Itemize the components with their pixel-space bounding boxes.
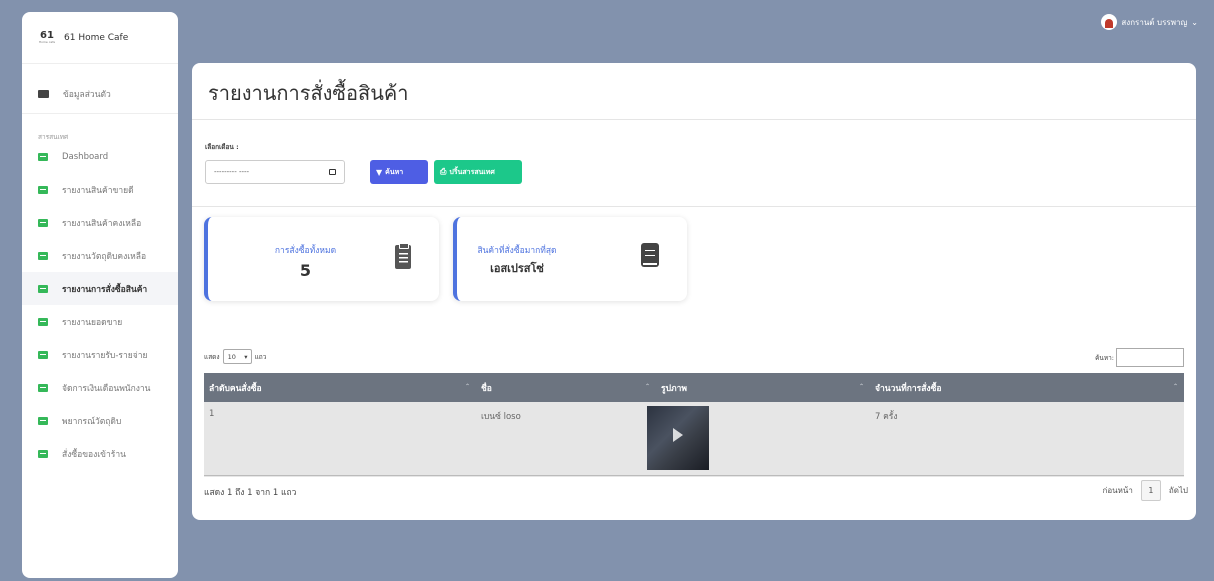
cell-order-no: 1: [204, 402, 476, 477]
search-label: ค้นหา:: [1095, 353, 1114, 362]
sidebar-item-product-stock[interactable]: รายงานสินค้าคงเหลือ: [22, 206, 178, 239]
cell-order-count: 7 ครั้ง: [870, 402, 1184, 477]
sidebar-item-label: รายงานการสั่งซื้อสินค้า: [62, 284, 148, 295]
sidebar-item-label: Dashboard: [62, 151, 109, 162]
column-header-name[interactable]: ชื่อ ⌃: [476, 373, 656, 402]
report-icon: [38, 317, 48, 326]
cell-image: [647, 402, 870, 477]
month-label: เลือกเดือน :: [205, 143, 239, 151]
avatar: [1101, 14, 1118, 30]
sidebar-item-label: รายงานรายรับ-รายจ่าย: [62, 350, 148, 361]
sidebar-item-label: รายงานสินค้าคงเหลือ: [62, 218, 142, 229]
pagination: ก่อนหน้า 1 ถัดไป: [1103, 480, 1188, 501]
sidebar-item-label: รายงานยอดขาย: [62, 317, 123, 328]
sidebar-item-dashboard[interactable]: Dashboard: [22, 140, 178, 173]
stat-label: การสั่งซื้อทั้งหมด: [274, 246, 337, 256]
table-info: แสดง 1 ถึง 1 จาก 1 แถว: [204, 488, 297, 498]
stat-value: เอสเปรสโซ่: [490, 262, 544, 275]
show-entries-prefix: แสดง: [204, 352, 220, 361]
column-header-image[interactable]: รูปภาพ ⌃: [656, 373, 870, 402]
header-label: รูปภาพ: [661, 383, 687, 394]
report-icon: [38, 152, 48, 161]
show-entries: แสดง 10 ▾ แถว: [204, 349, 266, 364]
sort-icon: ⌃: [858, 383, 864, 390]
sort-icon: ⌃: [1172, 383, 1178, 390]
sidebar-item-income-expense[interactable]: รายงานรายรับ-รายจ่าย: [22, 338, 178, 371]
report-icon: [38, 251, 48, 260]
print-icon: ⎙: [440, 167, 447, 176]
brand[interactable]: 61 Home cafe 61 Home Cafe: [22, 12, 178, 64]
table-row: 1 เบนซ์ loso 7 ครั้ง: [204, 402, 1184, 477]
sidebar-item-sales[interactable]: รายงานยอดขาย: [22, 305, 178, 338]
sidebar-item-salary[interactable]: จัดการเงินเดือนพนักงาน: [22, 371, 178, 404]
user-name: สงกรานต์ บรรพาญ: [1121, 17, 1188, 27]
page-title: รายงานการสั่งซื้อสินค้า: [192, 63, 1196, 120]
logo-subtext: Home cafe: [38, 40, 56, 44]
sidebar-item-best-sellers[interactable]: รายงานสินค้าขายดี: [22, 173, 178, 206]
sidebar-item-label: พยากรณ์วัตถุดิบ: [62, 416, 122, 427]
customer-photo: [647, 406, 709, 470]
chevron-down-icon: ⌄: [1191, 17, 1198, 27]
show-entries-suffix: แถว: [254, 352, 267, 361]
report-icon: [38, 218, 48, 227]
sidebar-item-label: รายงานวัตถุดิบคงเหลือ: [62, 251, 147, 262]
report-icon: [38, 350, 48, 359]
brand-name: 61 Home Cafe: [64, 32, 129, 43]
main-card: รายงานการสั่งซื้อสินค้า เลือกเดือน : ---…: [192, 63, 1196, 520]
header-label: จำนวนที่การสั่งซื้อ: [875, 383, 942, 394]
sidebar-item-label: จัดการเงินเดือนพนักงาน: [62, 383, 151, 394]
header-label: ชื่อ: [481, 383, 492, 394]
filter-icon: ▼: [376, 167, 383, 177]
report-icon: [38, 185, 48, 194]
sidebar-item-label: รายงานสินค้าขายดี: [62, 185, 134, 196]
stat-label: สินค้าที่สั่งซื้อมากที่สุด: [477, 246, 557, 256]
column-header-order-count[interactable]: จำนวนที่การสั่งซื้อ ⌃: [870, 373, 1184, 402]
month-input[interactable]: --------- ----: [205, 160, 345, 184]
previous-page-button[interactable]: ก่อนหน้า: [1103, 484, 1133, 497]
sidebar-item-forecast[interactable]: พยากรณ์วัตถุดิบ: [22, 404, 178, 437]
stat-card-top-product: สินค้าที่สั่งซื้อมากที่สุด เอสเปรสโซ่: [453, 217, 687, 301]
sidebar-item-order-report[interactable]: รายงานการสั่งซื้อสินค้า: [22, 272, 178, 305]
report-icon: [38, 416, 48, 425]
report-icon: [38, 284, 48, 293]
sidebar: 61 Home cafe 61 Home Cafe ข้อมูลส่วนตัว …: [22, 12, 178, 578]
table-search: ค้นหา:: [1095, 348, 1184, 367]
sidebar-item-purchase[interactable]: สั่งซื้อของเข้าร้าน: [22, 437, 178, 470]
divider: [204, 475, 1184, 476]
sort-icon: ⌃: [644, 383, 650, 390]
calendar-icon[interactable]: [329, 169, 336, 175]
sort-icon: ⌃: [464, 383, 470, 390]
header-label: ลำดับคนสั่งซื้อ: [209, 383, 262, 394]
orders-table: ลำดับคนสั่งซื้อ ⌃ ชื่อ ⌃ รูปภาพ ⌃ จำนวนที่ก…: [204, 373, 1184, 477]
filter-section: เลือกเดือน : --------- ---- ▼ ค้นหา ⎙ ปร…: [192, 120, 1196, 207]
search-button-label: ค้นหา: [385, 167, 404, 176]
id-card-icon: [38, 89, 49, 98]
sidebar-item-material-stock[interactable]: รายงานวัตถุดิบคงเหลือ: [22, 239, 178, 272]
chevron-down-icon: ▾: [244, 352, 248, 361]
cell-name: เบนซ์ loso: [476, 402, 656, 477]
user-menu[interactable]: สงกรานต์ บรรพาญ ⌄: [1101, 14, 1198, 30]
search-button[interactable]: ▼ ค้นหา: [370, 160, 428, 184]
search-input[interactable]: [1116, 348, 1184, 367]
sidebar-item-profile[interactable]: ข้อมูลส่วนตัว: [22, 74, 178, 114]
sidebar-item-label: สั่งซื้อของเข้าร้าน: [62, 449, 126, 460]
sidebar-item-label: ข้อมูลส่วนตัว: [63, 89, 111, 100]
column-header-order-no[interactable]: ลำดับคนสั่งซื้อ ⌃: [204, 373, 476, 402]
sidebar-section-title: สารสนเทศ: [38, 133, 69, 141]
next-page-button[interactable]: ถัดไป: [1169, 484, 1188, 497]
month-value: --------- ----: [214, 168, 250, 176]
stat-value: 5: [299, 261, 312, 280]
sidebar-nav: Dashboard รายงานสินค้าขายดี รายงานสินค้า…: [22, 140, 178, 470]
print-button[interactable]: ⎙ ปริ้นสารสนเทศ: [434, 160, 522, 184]
brand-logo: 61 Home cafe: [36, 31, 58, 44]
book-icon: [641, 243, 659, 267]
report-icon: [38, 383, 48, 392]
report-icon: [38, 449, 48, 458]
page-size-value: 10: [227, 352, 236, 361]
print-button-label: ปริ้นสารสนเทศ: [449, 167, 495, 176]
page-size-select[interactable]: 10 ▾: [222, 349, 252, 364]
page-button-1[interactable]: 1: [1140, 480, 1161, 501]
